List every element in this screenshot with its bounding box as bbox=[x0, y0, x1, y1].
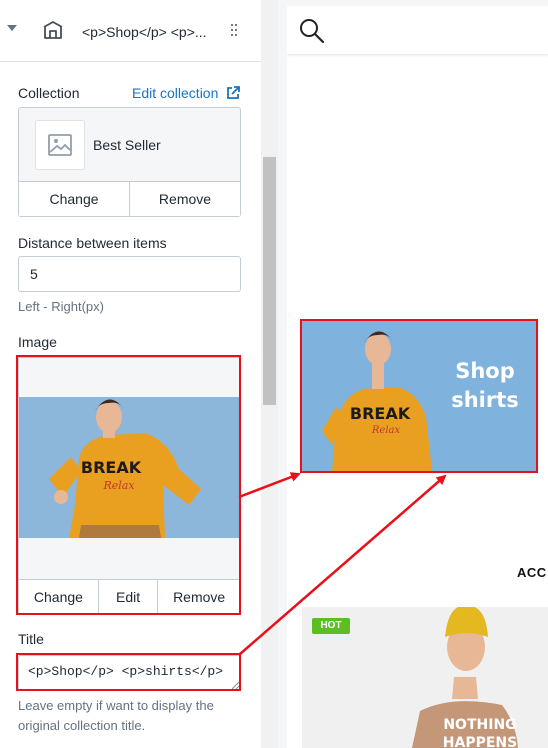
external-link-icon[interactable] bbox=[226, 86, 240, 100]
change-collection-button[interactable]: Change bbox=[19, 182, 130, 216]
title-label: Title bbox=[18, 631, 44, 647]
sidebar-scrollbar-thumb[interactable] bbox=[263, 157, 276, 405]
collection-name: Best Seller bbox=[93, 137, 161, 153]
title-highlight-box bbox=[16, 653, 241, 691]
distance-label: Distance between items bbox=[18, 235, 167, 251]
distance-value: 5 bbox=[30, 266, 38, 282]
edit-collection-link[interactable]: Edit collection bbox=[132, 85, 218, 101]
collection-section-icon bbox=[43, 21, 63, 39]
collection-label: Collection bbox=[18, 85, 80, 101]
theme-editor-sidebar: <p>Shop</p> <p>... Collection Edit colle… bbox=[0, 0, 261, 748]
chevron-down-icon[interactable] bbox=[7, 25, 17, 31]
drag-handle-icon[interactable] bbox=[231, 24, 237, 36]
collection-thumbnail bbox=[35, 120, 85, 170]
remove-collection-button[interactable]: Remove bbox=[130, 182, 240, 216]
section-header[interactable]: <p>Shop</p> <p>... bbox=[0, 0, 261, 62]
distance-input[interactable]: 5 bbox=[18, 256, 241, 292]
title-help-line2: original collection title. bbox=[18, 718, 146, 733]
image-label: Image bbox=[18, 334, 57, 350]
hoodie-text-nothing: NOTHING bbox=[443, 717, 516, 733]
title-help-line1: Leave empty if want to display the bbox=[18, 698, 214, 713]
image-highlight-box bbox=[16, 355, 241, 615]
hoodie-text-happens: HAPPENS bbox=[443, 735, 517, 748]
collection-actions: Change Remove bbox=[19, 181, 240, 216]
store-preview: BREAK Relax Shop shirts ACC NOTHING HAPP… bbox=[287, 6, 548, 748]
section-title: <p>Shop</p> <p>... bbox=[82, 24, 207, 40]
hot-badge: HOT bbox=[312, 618, 350, 634]
search-icon[interactable] bbox=[299, 18, 325, 44]
store-header bbox=[287, 6, 548, 54]
banner-highlight-box bbox=[300, 319, 538, 473]
collection-picker: Best Seller Change Remove bbox=[18, 107, 241, 217]
image-placeholder-icon bbox=[48, 134, 72, 156]
distance-help: Left - Right(px) bbox=[18, 299, 104, 314]
section-heading: ACC bbox=[517, 565, 547, 580]
